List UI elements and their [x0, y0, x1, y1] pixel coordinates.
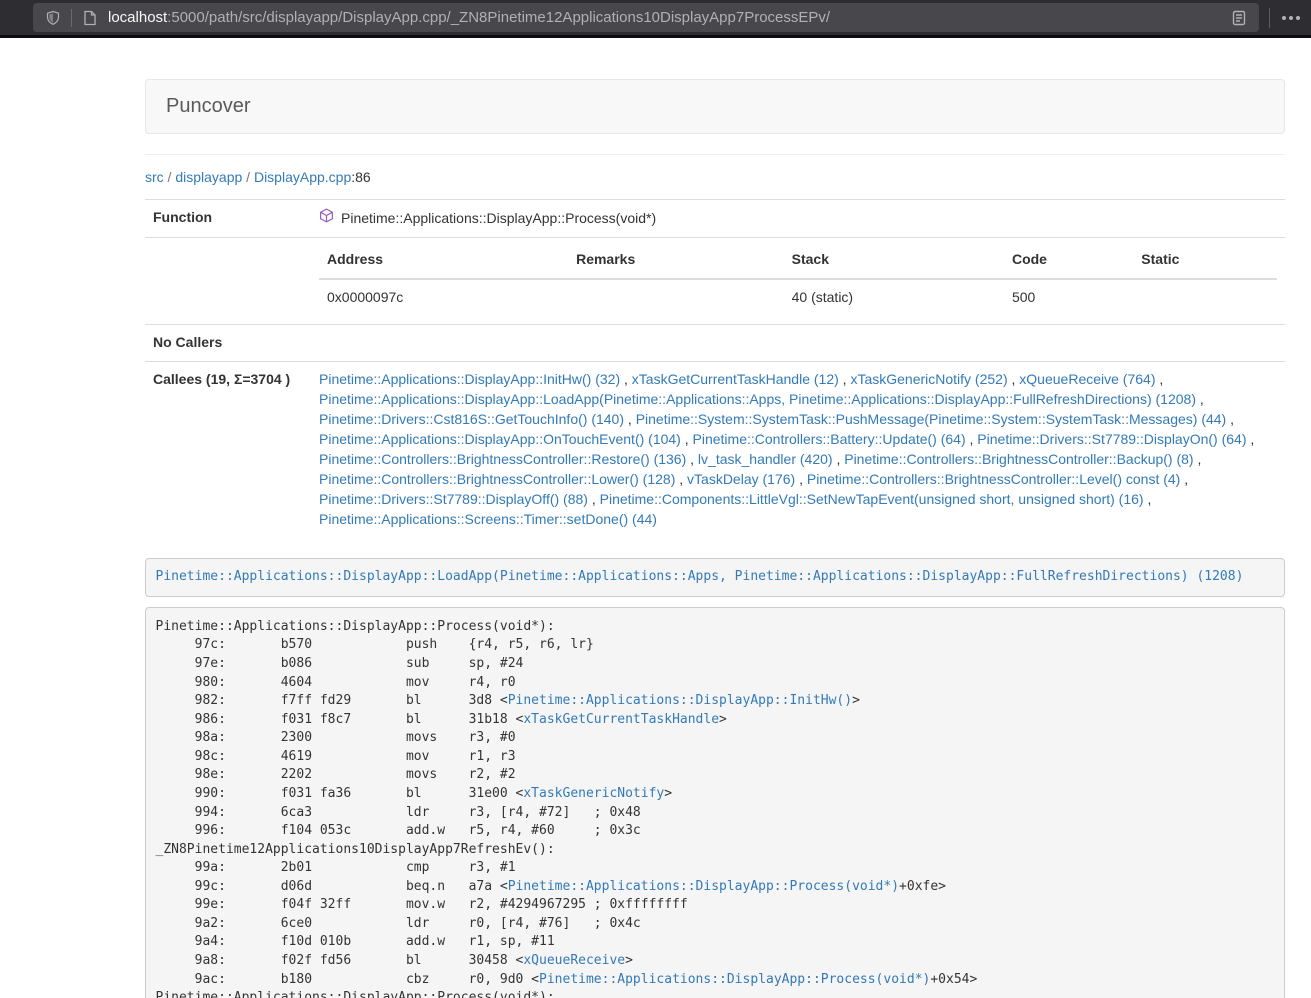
metrics-data-row: 0x0000097c 40 (static) 500 — [319, 279, 1277, 316]
assembly-code: Pinetime::Applications::DisplayApp::Proc… — [145, 607, 1285, 998]
breadcrumb-link[interactable]: src — [145, 169, 164, 185]
breadcrumb-line-number: :86 — [351, 169, 370, 185]
assembly-symbol-link[interactable]: Pinetime::Applications::DisplayApp::Proc… — [539, 972, 930, 987]
url-text: localhost:5000/path/src/displayapp/Displ… — [108, 9, 1229, 26]
loadapp-banner: Pinetime::Applications::DisplayApp::Load… — [145, 558, 1285, 598]
browser-toolbar: localhost:5000/path/src/displayapp/Displ… — [0, 0, 1311, 38]
breadcrumb-link[interactable]: DisplayApp.cpp — [254, 169, 351, 185]
callee-link[interactable]: vTaskDelay (176) — [687, 471, 795, 487]
url-path: :5000/path/src/displayapp/DisplayApp.cpp… — [167, 9, 830, 26]
metrics-header-row: Address Remarks Stack Code Static — [319, 246, 1277, 279]
ellipsis-menu-icon[interactable] — [1280, 12, 1302, 24]
col-stack: Stack — [784, 246, 1004, 279]
callee-link[interactable]: Pinetime::Components::LittleVgl::SetNewT… — [600, 491, 1144, 507]
divider — [145, 154, 1285, 155]
callees-row: Callees (19, Σ=3704 ) Pinetime::Applicat… — [145, 361, 1285, 537]
function-name-text: Pinetime::Applications::DisplayApp::Proc… — [341, 209, 656, 229]
callee-link[interactable]: xTaskGenericNotify (252) — [850, 371, 1007, 387]
function-table: Function Pinetime::Applications::Display… — [145, 199, 1285, 538]
callee-link[interactable]: Pinetime::Applications::DisplayApp::OnTo… — [319, 431, 681, 447]
col-code: Code — [1004, 246, 1133, 279]
callee-link[interactable]: Pinetime::Applications::DisplayApp::Load… — [319, 391, 1196, 407]
url-host: localhost — [108, 9, 167, 26]
col-static: Static — [1133, 246, 1277, 279]
breadcrumb: src / displayapp / DisplayApp.cpp:86 — [145, 167, 1285, 187]
breadcrumb-separator: / — [164, 169, 176, 185]
code-value: 500 — [1004, 279, 1133, 316]
metrics-table: Address Remarks Stack Code Static 0x0000… — [319, 246, 1277, 316]
callee-link[interactable]: Pinetime::Controllers::Battery::Update()… — [693, 431, 966, 447]
callee-link[interactable]: Pinetime::Controllers::BrightnessControl… — [319, 451, 686, 467]
metrics-row: Address Remarks Stack Code Static 0x0000… — [145, 237, 1285, 324]
callee-link[interactable]: xQueueReceive (764) — [1019, 371, 1155, 387]
function-label: Function — [145, 200, 311, 238]
callees-label: Callees (19, Σ=3704 ) — [145, 361, 311, 537]
page-title: Puncover — [145, 79, 1285, 134]
assembly-symbol-link[interactable]: xQueueReceive — [523, 953, 625, 968]
assembly-symbol-link[interactable]: xTaskGenericNotify — [523, 786, 664, 801]
callee-link[interactable]: Pinetime::System::SystemTask::PushMessag… — [636, 411, 1227, 427]
no-callers-label: No Callers — [145, 324, 311, 361]
toolbar-separator — [1269, 8, 1270, 28]
callee-link[interactable]: xTaskGetCurrentTaskHandle (12) — [632, 371, 839, 387]
assembly-symbol-link[interactable]: Pinetime::Applications::DisplayApp::Proc… — [508, 879, 899, 894]
callee-link[interactable]: Pinetime::Drivers::St7789::DisplayOff() … — [319, 491, 588, 507]
callee-link[interactable]: Pinetime::Controllers::BrightnessControl… — [807, 471, 1180, 487]
col-address: Address — [319, 246, 568, 279]
function-name: Pinetime::Applications::DisplayApp::Proc… — [319, 208, 656, 229]
cube-icon — [319, 208, 334, 229]
reader-mode-icon[interactable] — [1229, 8, 1249, 28]
shield-icon[interactable] — [43, 8, 63, 28]
stack-value: 40 (static) — [784, 279, 1004, 316]
breadcrumb-separator: / — [242, 169, 254, 185]
assembly-symbol-link[interactable]: Pinetime::Applications::DisplayApp::Init… — [508, 693, 852, 708]
remarks-value — [568, 279, 784, 316]
function-row: Function Pinetime::Applications::Display… — [145, 200, 1285, 238]
identity-separator — [71, 9, 72, 27]
static-value — [1133, 279, 1277, 316]
callee-link[interactable]: Pinetime::Applications::DisplayApp::Init… — [319, 371, 620, 387]
callee-link[interactable]: Pinetime::Controllers::BrightnessControl… — [319, 471, 675, 487]
callee-link[interactable]: Pinetime::Drivers::St7789::DisplayOn() (… — [977, 431, 1246, 447]
no-callers-row: No Callers — [145, 324, 1285, 361]
url-bar[interactable]: localhost:5000/path/src/displayapp/Displ… — [33, 3, 1259, 32]
assembly-symbol-link[interactable]: xTaskGetCurrentTaskHandle — [523, 712, 719, 727]
loadapp-banner-link[interactable]: Pinetime::Applications::DisplayApp::Load… — [156, 569, 1244, 584]
col-remarks: Remarks — [568, 246, 784, 279]
page-icon[interactable] — [80, 8, 100, 28]
callee-link[interactable]: Pinetime::Drivers::Cst816S::GetTouchInfo… — [319, 411, 624, 427]
address-value: 0x0000097c — [319, 279, 568, 316]
page-content: Puncover src / displayapp / DisplayApp.c… — [145, 79, 1285, 998]
callee-link[interactable]: lv_task_handler (420) — [698, 451, 833, 467]
callee-link[interactable]: Pinetime::Applications::Screens::Timer::… — [319, 511, 657, 527]
callee-link[interactable]: Pinetime::Controllers::BrightnessControl… — [844, 451, 1193, 467]
callees-list: Pinetime::Applications::DisplayApp::Init… — [311, 361, 1285, 537]
breadcrumb-link[interactable]: displayapp — [175, 169, 242, 185]
